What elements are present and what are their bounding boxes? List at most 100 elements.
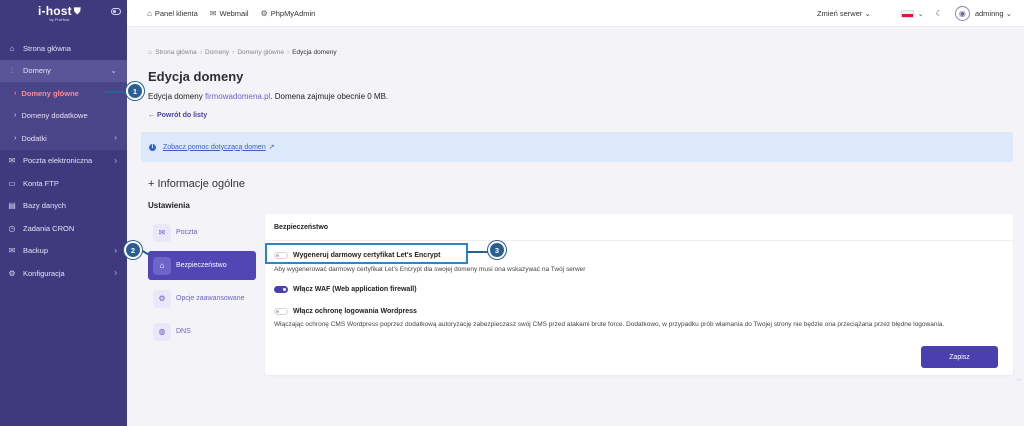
sidebar-item-domeny-glowne[interactable]: › Domeny główne bbox=[0, 82, 127, 105]
tab-label: DNS bbox=[176, 328, 191, 335]
domain-link[interactable]: firmowadomena.pl bbox=[205, 92, 270, 101]
desc-prefix: Edycja domeny bbox=[148, 92, 203, 101]
sidebar-item-label: Domeny dodatkowe bbox=[21, 111, 88, 121]
tab-opcje-zaawansowane[interactable]: ⚙ Opcje zaawansowane bbox=[148, 284, 256, 313]
waf-label: Włącz WAF (Web application firewall) bbox=[293, 286, 417, 293]
sidebar-item-label: Bazy danych bbox=[23, 201, 66, 211]
phpmyadmin-link[interactable]: ⚙ PhpMyAdmin bbox=[261, 9, 316, 18]
sidebar-item-label: Strona główna bbox=[23, 43, 71, 53]
webmail-link[interactable]: ✉ Webmail bbox=[210, 9, 249, 18]
breadcrumb-separator: › bbox=[232, 49, 235, 56]
user-name: adminng bbox=[974, 9, 1004, 18]
desc-suffix: . Domena zajmuje obecnie 0 MB. bbox=[270, 92, 389, 101]
save-button[interactable]: Zapisz bbox=[921, 346, 998, 368]
section-title-label: Informacje ogólne bbox=[157, 178, 245, 190]
chevron-down-icon: ⌄ bbox=[1005, 9, 1012, 18]
gear-icon: ⚙ bbox=[260, 8, 268, 18]
sidebar-toggle-icon[interactable] bbox=[111, 8, 121, 15]
home-icon: ⌂ bbox=[9, 43, 15, 53]
letsencrypt-description: Aby wygenerować darmowy certyfikat Let's… bbox=[274, 266, 586, 273]
globe-icon: ◍ bbox=[153, 322, 171, 341]
breadcrumb-separator: › bbox=[199, 49, 202, 56]
sidebar-item-cron[interactable]: ◷ Zadania CRON bbox=[0, 217, 127, 240]
breadcrumb-separator: › bbox=[286, 49, 290, 56]
server-select[interactable]: Zmień serwer ⌄ bbox=[817, 9, 871, 18]
mail-icon: ✉ bbox=[8, 156, 16, 166]
sidebar-item-label: Zadania CRON bbox=[23, 223, 75, 233]
language-select[interactable]: ⌄ bbox=[900, 9, 924, 18]
home-icon: ⌂ bbox=[148, 49, 153, 56]
sidebar-item-domeny[interactable]: ⫶ Domeny ⌄ bbox=[0, 59, 127, 82]
folder-icon: ▭ bbox=[8, 178, 16, 188]
sidebar-item-konfiguracja[interactable]: ⚙ Konfiguracja › bbox=[0, 262, 127, 285]
moon-icon[interactable]: ☾ bbox=[936, 9, 943, 18]
annotation-badge-1: 1 bbox=[126, 82, 144, 100]
sidebar: i-host ⛊ by ProHost ⌂ Strona główna ⫶ Dom… bbox=[0, 0, 127, 426]
plus-icon: + bbox=[148, 178, 155, 190]
panel-klienta-link[interactable]: ⌂ Panel klienta bbox=[147, 9, 198, 18]
server-select-label: Zmień serwer bbox=[816, 9, 863, 18]
info-icon: i bbox=[149, 143, 156, 151]
back-to-list-link[interactable]: ← Powrót do listy bbox=[148, 112, 207, 119]
back-label: Powrót do listy bbox=[156, 112, 208, 119]
logo-text: i-host bbox=[38, 4, 72, 18]
logo[interactable]: i-host ⛊ by ProHost bbox=[38, 4, 81, 22]
breadcrumb-item[interactable]: Domeny główne bbox=[237, 49, 284, 56]
page-title: Edycja domeny bbox=[148, 69, 244, 84]
sidebar-item-label: Domeny bbox=[23, 66, 51, 76]
sidebar-item-home[interactable]: ⌂ Strona główna bbox=[0, 37, 127, 60]
sidebar-item-ftp[interactable]: ▭ Konta FTP bbox=[0, 172, 127, 195]
chart-icon: ⫶ bbox=[11, 65, 13, 75]
chevron-right-icon: › bbox=[114, 268, 117, 277]
clock-icon: ◷ bbox=[8, 223, 16, 233]
settings-label: Ustawienia bbox=[148, 201, 190, 210]
panel-title: Bezpieczeństwo bbox=[265, 214, 1013, 241]
external-link-icon: ↗ bbox=[268, 144, 275, 151]
mail-icon: ✉ bbox=[153, 223, 171, 242]
annotation-arrow-1 bbox=[105, 91, 127, 93]
section-title[interactable]: + Informacje ogólne bbox=[148, 178, 245, 190]
letsencrypt-option: Wygeneruj darmowy certyfikat Let's Encry… bbox=[274, 252, 440, 259]
sidebar-item-poczta[interactable]: ✉ Poczta elektroniczna › bbox=[0, 150, 127, 173]
breadcrumb-item[interactable]: Domeny bbox=[205, 49, 229, 56]
sidebar-item-bazy[interactable]: ▤ Bazy danych bbox=[0, 195, 127, 218]
flag-pl-icon bbox=[900, 9, 914, 18]
sidebar-nav: ⌂ Strona główna ⫶ Domeny ⌄ › Domeny głów… bbox=[0, 37, 127, 285]
breadcrumb-current: Edycja domeny bbox=[292, 49, 337, 56]
sidebar-item-backup[interactable]: ✉ Backup › bbox=[0, 240, 127, 263]
top-right: Zmień serwer ⌄ ⌄ ☾ ◉ adminng ⌄ bbox=[817, 0, 1024, 27]
waf-toggle[interactable] bbox=[274, 286, 288, 293]
tab-poczta[interactable]: ✉ Poczta bbox=[148, 218, 256, 247]
sidebar-item-label: Dodatki bbox=[21, 133, 47, 143]
sidebar-item-domeny-dodatkowe[interactable]: › Domeny dodatkowe bbox=[0, 104, 127, 127]
home-icon: ⌂ bbox=[147, 8, 152, 18]
shield-icon: ⛊ bbox=[73, 5, 81, 16]
wordpress-option: Włącz ochronę logowania Wordpress bbox=[274, 308, 417, 315]
lock-icon: ⌂ bbox=[153, 256, 171, 275]
main-content: ⌂ Strona główna › Domeny › Domeny główne… bbox=[127, 27, 1024, 426]
top-link-label: PhpMyAdmin bbox=[270, 8, 316, 18]
logo-row: i-host ⛊ by ProHost bbox=[0, 0, 127, 26]
letsencrypt-toggle[interactable] bbox=[274, 252, 288, 259]
logo-subtitle: by ProHost bbox=[49, 17, 70, 22]
tab-dns[interactable]: ◍ DNS bbox=[148, 317, 256, 346]
bullet-icon: › bbox=[14, 89, 17, 97]
sidebar-item-dodatki[interactable]: › Dodatki › bbox=[0, 127, 127, 150]
bullet-icon: › bbox=[14, 112, 17, 120]
breadcrumb-item[interactable]: Strona główna bbox=[155, 49, 197, 56]
info-box: i Zobacz pomoc dotyczącą domen ↗ bbox=[141, 132, 1013, 162]
tab-label: Opcje zaawansowane bbox=[176, 295, 245, 302]
user-menu[interactable]: adminng ⌄ bbox=[975, 9, 1012, 18]
corner-decoration-icon: ⌵ bbox=[1016, 376, 1022, 383]
tab-bezpieczenstwo[interactable]: ⌂ Bezpieczeństwo bbox=[148, 251, 256, 280]
avatar[interactable]: ◉ bbox=[954, 6, 970, 21]
wordpress-toggle[interactable] bbox=[274, 308, 288, 315]
help-link[interactable]: Zobacz pomoc dotyczącą domen bbox=[163, 144, 266, 151]
wordpress-label: Włącz ochronę logowania Wordpress bbox=[293, 308, 417, 315]
bullet-icon: › bbox=[14, 134, 17, 142]
sidebar-item-label: Poczta elektroniczna bbox=[23, 156, 93, 166]
annotation-badge-3: 3 bbox=[488, 241, 506, 259]
tab-label: Poczta bbox=[176, 229, 198, 236]
waf-option: Włącz WAF (Web application firewall) bbox=[274, 286, 417, 293]
chevron-down-icon: ⌄ bbox=[110, 65, 117, 75]
